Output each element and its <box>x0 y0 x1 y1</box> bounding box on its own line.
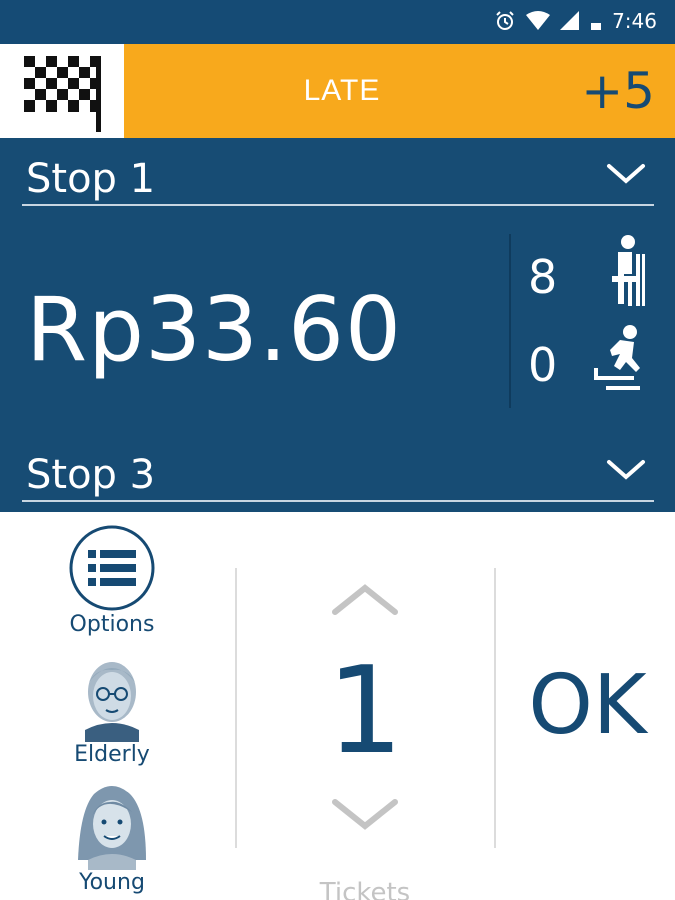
elderly-avatar-icon <box>85 662 139 742</box>
flag-container <box>0 44 124 138</box>
trip-panel: Stop 1 Rp33.60 8 0 Stop 3 <box>0 138 675 512</box>
next-stop-selector[interactable]: Stop 3 <box>22 440 654 502</box>
wifi-icon <box>526 11 551 30</box>
battery-icon <box>591 23 602 30</box>
ok-button[interactable]: OK <box>500 658 675 753</box>
ticket-count: 1 <box>326 642 404 781</box>
chevron-up-icon[interactable] <box>330 582 400 618</box>
column-divider-right <box>494 568 496 848</box>
list-icon <box>69 525 155 611</box>
next-stop-label: Stop 3 <box>26 452 156 498</box>
seated-passenger-icon <box>612 235 645 306</box>
current-stop-selector[interactable]: Stop 1 <box>22 144 654 206</box>
current-stop-label: Stop 1 <box>26 156 156 202</box>
boarding-passenger-icon <box>594 325 640 390</box>
signal-icon <box>560 11 580 30</box>
options-button[interactable]: Options <box>60 524 164 637</box>
fare-amount: Rp33.60 <box>26 278 402 381</box>
late-banner: LATE +5 <box>124 44 675 138</box>
late-delta-value: +5 <box>581 62 655 120</box>
chevron-down-icon[interactable] <box>330 796 400 832</box>
elderly-label: Elderly <box>74 742 150 767</box>
status-time: 7:46 <box>612 9 657 33</box>
stats-divider <box>509 234 511 408</box>
late-status-label: LATE <box>303 74 381 107</box>
status-icons: 7:46 <box>494 9 657 33</box>
elderly-button[interactable]: Elderly <box>60 652 164 767</box>
chevron-down-icon[interactable] <box>606 162 646 186</box>
alarm-icon <box>496 11 514 30</box>
tickets-label: Tickets <box>319 878 411 900</box>
ticket-panel: Options Elderly Young 1 Tickets OK <box>0 512 675 900</box>
boarding-count: 0 <box>528 338 558 392</box>
young-avatar-icon <box>78 786 146 870</box>
seated-count: 8 <box>528 250 558 304</box>
options-label: Options <box>69 612 155 637</box>
chevron-down-icon[interactable] <box>606 458 646 482</box>
checkered-flag-icon <box>24 56 101 132</box>
status-bar: 7:46 <box>0 0 675 44</box>
schedule-status-bar: LATE +5 <box>0 44 675 138</box>
young-button[interactable]: Young <box>60 780 164 895</box>
young-label: Young <box>79 870 145 895</box>
